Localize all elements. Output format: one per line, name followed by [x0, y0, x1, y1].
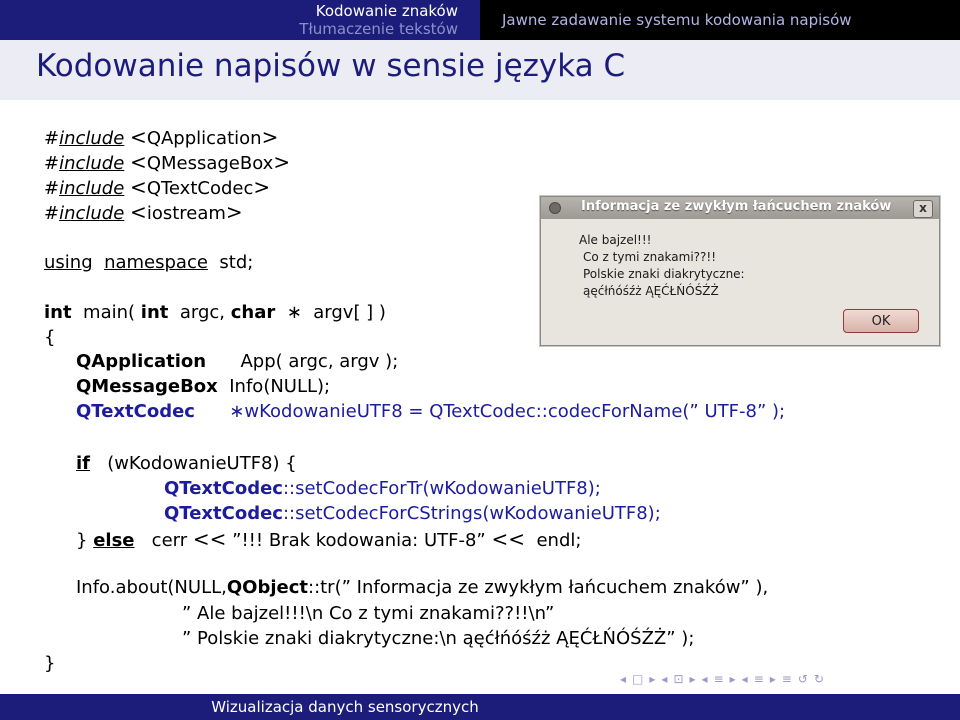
pointer-star: ∗: [286, 302, 302, 323]
info-about: Info.about(NULL,: [76, 577, 227, 598]
code-line-open-brace: {: [44, 327, 56, 348]
code-line-include-1: #include <QApplication>: [44, 126, 278, 150]
include-keyword: include: [59, 128, 125, 149]
include-target: QTextCodec: [146, 178, 254, 199]
include-keyword: include: [59, 203, 125, 224]
nav-doc-next-icon[interactable]: ▸: [770, 672, 776, 686]
if-keyword: if: [76, 453, 91, 474]
close-icon[interactable]: x: [913, 200, 933, 218]
tr-call: ::tr(” Informacja ze zwykłym łańcuchem z…: [308, 577, 769, 598]
argv-param: argv[ ] ): [313, 302, 386, 323]
include-keyword: include: [59, 178, 125, 199]
qapplication-type: QApplication: [76, 351, 207, 372]
nav-subsection-icon[interactable]: ⊡: [673, 672, 683, 686]
nav-outline-icon[interactable]: ≡: [782, 672, 792, 686]
qmessagebox-type: QMessageBox: [76, 376, 218, 397]
dialog-line-1: Ale bajzel!!!: [579, 233, 652, 247]
namespace-name: std;: [219, 252, 254, 273]
nav-symbols: ◂ □ ▸ ◂ ⊡ ▸ ◂ ≡ ▸ ◂ ≡ ▸ ≡ ↺ ↻: [620, 668, 824, 690]
qtextcodec-type: QTextCodec: [164, 478, 283, 499]
nav-forward-icon[interactable]: ↻: [814, 672, 824, 686]
code-line-include-2: #include <QMessageBox>: [44, 151, 290, 175]
close-brace: }: [76, 530, 88, 551]
nav-doc-prev-icon[interactable]: ◂: [742, 672, 748, 686]
dialog-line-3: Polskie znaki diakrytyczne:: [583, 267, 745, 281]
qtextcodec-type: QTextCodec: [164, 503, 283, 524]
angle-open: <: [130, 150, 147, 174]
footer-title: Wizualizacja danych sensorycznych: [211, 698, 479, 716]
shift-op: <<: [192, 527, 227, 551]
include-target: QApplication: [146, 128, 262, 149]
settr-call: ::setCodecForTr(wKodowanieUTF8);: [282, 478, 601, 499]
dialog-title: Informacja ze zwykłym łańcuchem znaków: [581, 199, 892, 214]
include-target: QMessageBox: [146, 153, 274, 174]
dialog-line-2: Co z tymi znakami??!!: [583, 250, 717, 264]
cerr: cerr: [151, 530, 188, 551]
nav-subsection-next-icon[interactable]: ▸: [690, 672, 696, 686]
hash: #: [44, 153, 60, 174]
code-line-qmsg: QMessageBox Info(NULL);: [76, 376, 330, 398]
nav-doc-icon[interactable]: ≡: [754, 672, 764, 686]
using-keyword: using: [44, 252, 93, 273]
int-keyword: int: [140, 302, 169, 323]
qapp-rest: App( argc, argv );: [240, 351, 399, 372]
setcstr-call: ::setCodecForCStrings(wKodowanieUTF8);: [282, 503, 661, 524]
angle-open: <: [130, 175, 147, 199]
angle-close: >: [253, 175, 271, 199]
angle-close: >: [273, 150, 291, 174]
nav-frame-prev-icon[interactable]: ◂: [620, 672, 626, 686]
code-line-info-3: ” Polskie znaki diakrytyczne:\n ąęćłńóśź…: [182, 628, 695, 649]
nav-back-icon[interactable]: ↺: [798, 672, 808, 686]
nav-subsection-prev-icon[interactable]: ◂: [661, 672, 667, 686]
window-menu-icon[interactable]: [549, 202, 561, 214]
nav-section-prev-icon[interactable]: ◂: [702, 672, 708, 686]
qtc-rest: ∗wKodowanieUTF8 = QTextCodec::codecForNa…: [229, 401, 786, 422]
dialog-titlebar: Informacja ze zwykłym łańcuchem znaków x: [541, 197, 939, 219]
hash: #: [44, 203, 60, 224]
code-line-qtc: QTextCodec ∗wKodowanieUTF8 = QTextCodec:…: [76, 401, 785, 423]
include-keyword: include: [59, 153, 125, 174]
code-line-qapp: QApplication App( argc, argv );: [76, 351, 398, 373]
angle-close: >: [261, 125, 279, 149]
if-condition: (wKodowanieUTF8) {: [107, 453, 297, 474]
code-line-else: } else cerr << ”!!! Brak kodowania: UTF-…: [76, 528, 581, 552]
nav-frame-next-icon[interactable]: ▸: [649, 672, 655, 686]
code-line-main: int main( int argc, char ∗ argv[ ] ): [44, 302, 386, 324]
cerr-string: ”!!! Brak kodowania: UTF-8”: [232, 530, 486, 551]
nav-frame-icon[interactable]: □: [632, 672, 643, 686]
hash: #: [44, 128, 60, 149]
hash: #: [44, 178, 60, 199]
code-line-include-3: #include <QTextCodec>: [44, 176, 270, 200]
angle-close: >: [225, 200, 243, 224]
argc-param: argc,: [179, 302, 225, 323]
else-keyword: else: [93, 530, 135, 551]
code-line-info-1: Info.about(NULL,QObject::tr(” Informacja…: [76, 577, 768, 599]
char-keyword: char: [230, 302, 276, 323]
include-target: iostream: [146, 203, 226, 224]
angle-open: <: [130, 200, 147, 224]
code-line-close-brace: }: [44, 653, 56, 674]
code-listing: #include <QApplication> #include <QMessa…: [0, 0, 960, 720]
qmsg-rest: Info(NULL);: [229, 376, 331, 397]
shift-op: <<: [491, 527, 526, 551]
nav-section-next-icon[interactable]: ▸: [730, 672, 736, 686]
code-line-info-2: ” Ale bajzel!!!\n Co z tymi znakami??!!\…: [182, 603, 555, 624]
dialog-line-4: ąęćłńóśźż ĄĘĆŁŃÓŚŹŻ: [583, 284, 719, 298]
code-line-settr: QTextCodec::setCodecForTr(wKodowanieUTF8…: [164, 478, 601, 500]
main-fn: main(: [83, 302, 136, 323]
code-line-using: using namespace std;: [44, 252, 253, 274]
int-keyword: int: [44, 302, 72, 323]
code-line-setcstr: QTextCodec::setCodecForCStrings(wKodowan…: [164, 503, 661, 525]
ok-button[interactable]: OK: [843, 309, 919, 333]
namespace-keyword: namespace: [104, 252, 208, 273]
qobject-type: QObject: [226, 577, 308, 598]
message-dialog: Informacja ze zwykłym łańcuchem znaków x…: [540, 196, 940, 346]
nav-section-icon[interactable]: ≡: [714, 672, 724, 686]
code-line-if: if (wKodowanieUTF8) {: [76, 453, 297, 475]
code-line-include-4: #include <iostream>: [44, 201, 243, 225]
footer-bar: Wizualizacja danych sensorycznych: [0, 694, 960, 720]
angle-open: <: [130, 125, 147, 149]
qtextcodec-type: QTextCodec: [76, 401, 195, 422]
endl: endl;: [536, 530, 582, 551]
